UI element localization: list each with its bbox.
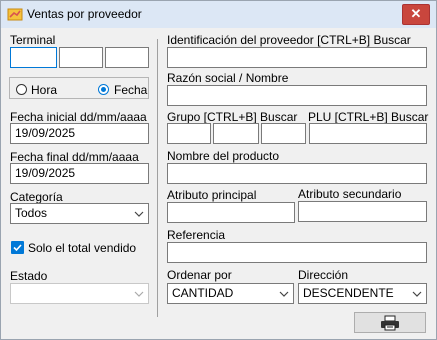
direccion-label: Dirección <box>298 268 349 282</box>
close-button[interactable]: ✕ <box>402 4 430 25</box>
grupo-field-3[interactable] <box>261 123 306 144</box>
grupo-label: Grupo [CTRL+B] Buscar <box>167 110 298 124</box>
ordenar-por-value: CANTIDAD <box>172 286 234 300</box>
print-button[interactable] <box>354 312 426 333</box>
categoria-value: Todos <box>15 206 48 220</box>
report-window: Ventas por proveedor ✕ Terminal Hora Fec… <box>0 0 437 340</box>
atributo-secundario-input[interactable] <box>298 201 427 222</box>
direccion-value: DESCENDENTE <box>303 286 394 300</box>
radio-hora-label: Hora <box>31 83 58 97</box>
chevron-down-icon <box>131 205 147 222</box>
solo-total-label: Solo el total vendido <box>28 241 137 255</box>
nombre-producto-label: Nombre del producto <box>167 149 280 163</box>
estado-select[interactable] <box>10 283 149 304</box>
categoria-select[interactable]: Todos <box>10 203 149 224</box>
ordenar-por-label: Ordenar por <box>167 268 232 282</box>
close-icon: ✕ <box>410 6 422 21</box>
chevron-down-icon <box>276 285 292 302</box>
referencia-input[interactable] <box>167 242 427 263</box>
chevron-down-icon <box>131 285 147 302</box>
nombre-producto-input[interactable] <box>167 163 427 184</box>
atributo-secundario-label: Atributo secundario <box>298 187 402 201</box>
razon-social-input[interactable] <box>167 85 427 106</box>
atributo-principal-input[interactable] <box>167 202 295 223</box>
plu-input[interactable] <box>309 123 427 144</box>
chevron-down-icon <box>409 285 425 302</box>
title-bar: Ventas por proveedor ✕ <box>1 1 436 28</box>
fecha-inicial-label: Fecha inicial dd/mm/aaaa <box>10 110 147 124</box>
radio-fecha[interactable] <box>98 84 109 95</box>
window-title: Ventas por proveedor <box>27 7 142 21</box>
atributo-principal-label: Atributo principal <box>167 188 257 202</box>
id-proveedor-label: Identificación del proveedor [CTRL+B] Bu… <box>167 33 411 47</box>
terminal-field-1[interactable] <box>10 47 57 68</box>
printer-icon <box>381 315 399 330</box>
fecha-final-input[interactable]: 19/09/2025 <box>10 163 149 184</box>
plu-label: PLU [CTRL+B] Buscar <box>308 110 429 124</box>
check-icon <box>13 244 22 252</box>
categoria-label: Categoría <box>10 190 63 204</box>
referencia-label: Referencia <box>167 228 226 242</box>
ordenar-por-select[interactable]: CANTIDAD <box>167 283 294 304</box>
id-proveedor-input[interactable] <box>167 47 427 68</box>
column-separator <box>157 39 158 317</box>
grupo-field-1[interactable] <box>167 123 211 144</box>
estado-label: Estado <box>10 269 48 283</box>
solo-total-checkbox[interactable] <box>11 241 24 254</box>
fecha-inicial-input[interactable]: 19/09/2025 <box>10 123 149 144</box>
direccion-select[interactable]: DESCENDENTE <box>298 283 427 304</box>
grupo-field-2[interactable] <box>213 123 259 144</box>
razon-social-label: Razón social / Nombre <box>167 71 289 85</box>
radio-fecha-label: Fecha <box>114 83 148 97</box>
terminal-label: Terminal <box>10 33 56 47</box>
app-icon <box>7 7 23 21</box>
terminal-field-2[interactable] <box>59 47 103 68</box>
radio-hora[interactable] <box>16 84 27 95</box>
terminal-field-3[interactable] <box>105 47 149 68</box>
fecha-final-label: Fecha final dd/mm/aaaa <box>10 150 139 164</box>
